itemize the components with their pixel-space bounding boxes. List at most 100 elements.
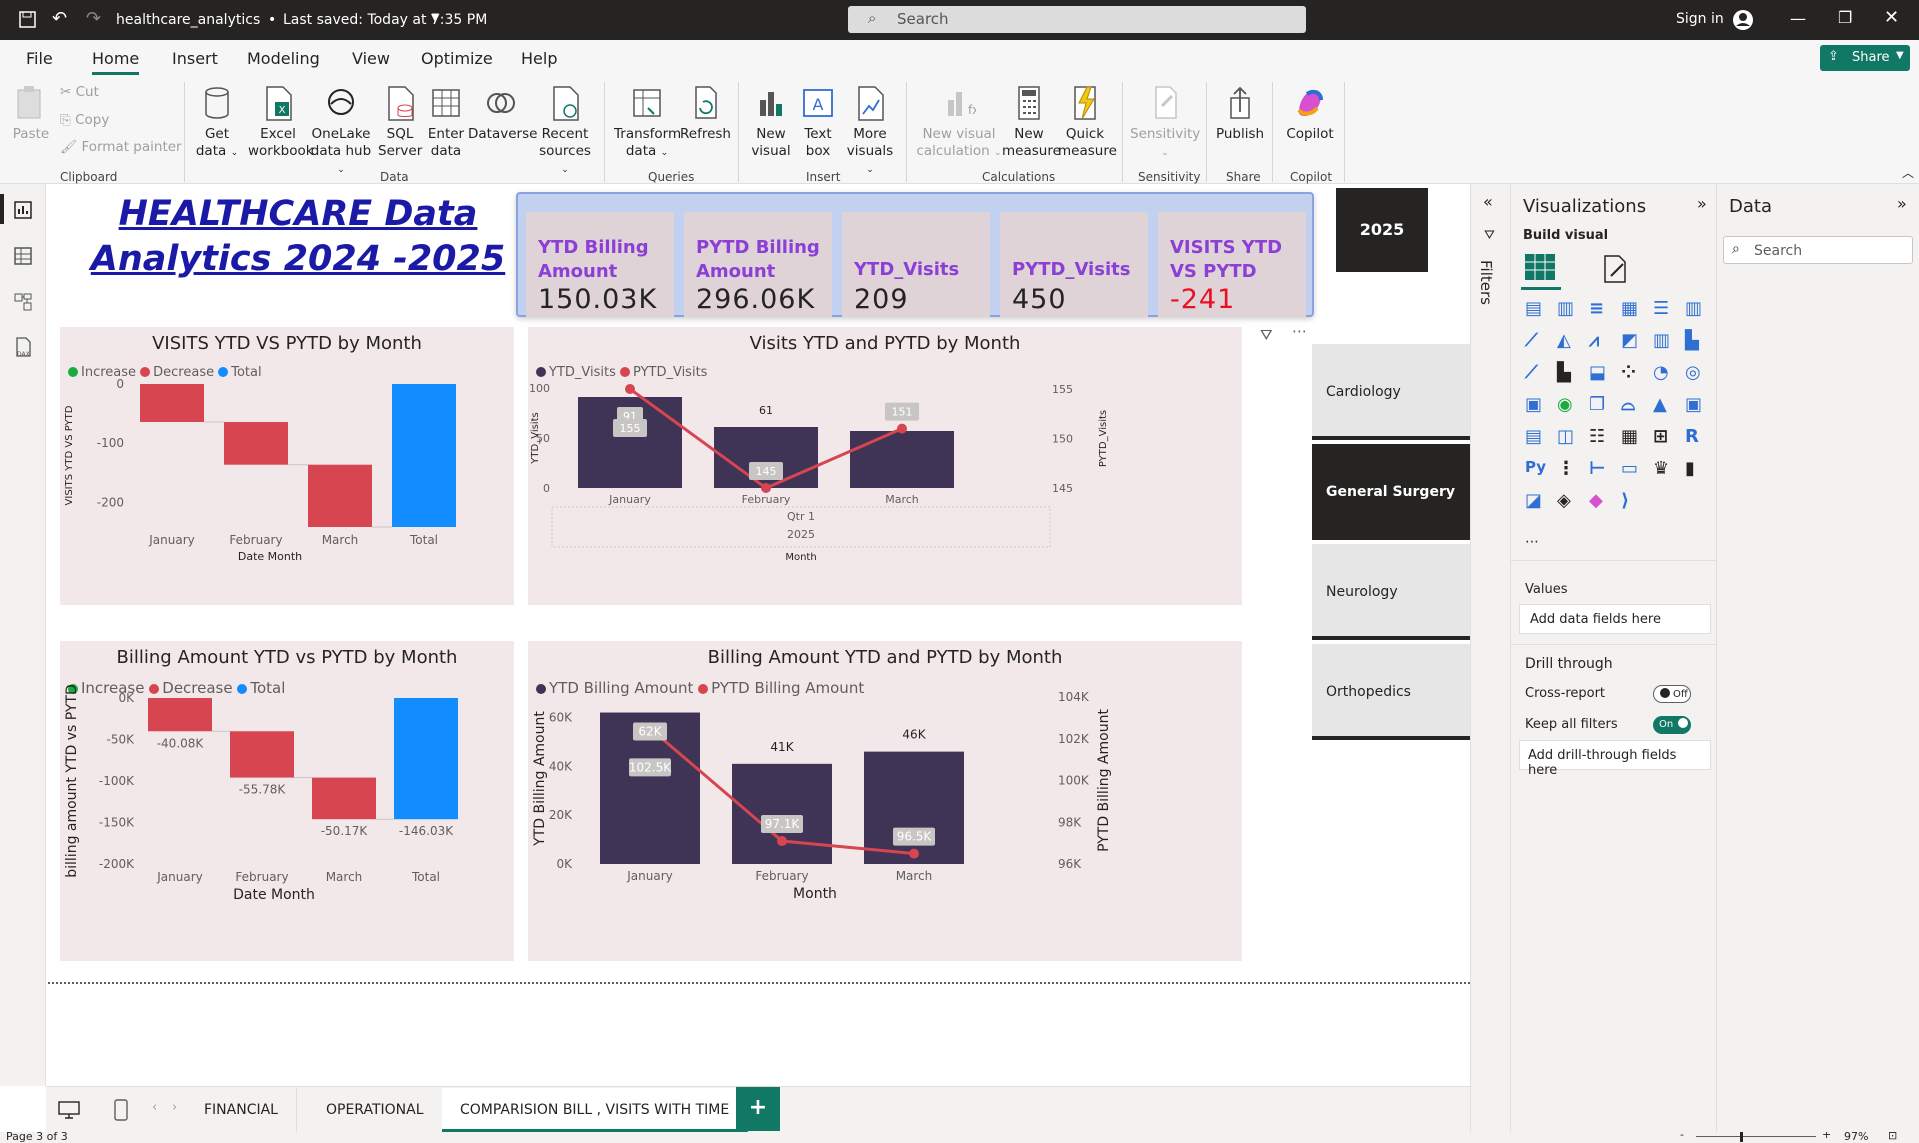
visual-type-icon[interactable]: ⊞ (1653, 426, 1677, 450)
tab-operational[interactable]: OPERATIONAL (308, 1088, 443, 1132)
visual-type-icon[interactable]: ⩘ (1589, 330, 1613, 354)
visual-type-icon[interactable]: ⊢ (1589, 458, 1613, 482)
kpi-card[interactable]: PYTD Billing Amount 296.06K (684, 212, 832, 317)
kpi-card-group[interactable]: YTD Billing Amount 150.03K PYTD Billing A… (516, 192, 1314, 317)
zoom-slider-thumb[interactable] (1740, 1132, 1743, 1142)
visual-type-icon[interactable]: R (1685, 426, 1709, 450)
data-search-input[interactable]: ⌕ Search (1723, 236, 1913, 264)
more-visuals-button[interactable]: More visuals ⌄ (844, 84, 896, 179)
copy-button[interactable]: ⎘ Copy (60, 112, 109, 129)
signin-link[interactable]: Sign in (1676, 11, 1724, 27)
visual-type-icon[interactable]: ◭ (1557, 330, 1581, 354)
cut-button[interactable]: ✂ Cut (60, 84, 99, 101)
visits-combo-panel[interactable]: Visits YTD and PYTD by Month YTD_Visits … (528, 327, 1242, 605)
visual-type-icon[interactable]: ▥ (1653, 330, 1677, 354)
minimize-icon[interactable]: — (1790, 9, 1806, 28)
year-card[interactable]: 2025 (1336, 188, 1428, 272)
visual-type-icon[interactable]: Py (1525, 458, 1549, 482)
cross-report-toggle[interactable]: Off (1653, 685, 1691, 703)
visual-type-icon[interactable]: ◆ (1589, 490, 1613, 514)
transform-data-button[interactable]: Transform data ⌄ (614, 84, 681, 162)
slicer-item-general-surgery[interactable]: General Surgery (1312, 444, 1472, 540)
onelake-button[interactable]: OneLake data hub ⌄ (310, 84, 372, 179)
user-icon[interactable] (1731, 8, 1755, 32)
billing-combo-panel[interactable]: Billing Amount YTD and PYTD by Month YTD… (528, 641, 1242, 961)
menu-optimize[interactable]: Optimize (421, 49, 493, 68)
collapse-pane-icon[interactable]: » (1897, 194, 1907, 213)
saved-status[interactable]: Last saved: Today at 7:35 PM (283, 12, 487, 28)
mobile-layout-icon[interactable] (114, 1099, 128, 1121)
visual-type-icon[interactable]: ⬓ (1589, 362, 1613, 386)
visual-type-icon[interactable]: ⟩ (1621, 490, 1645, 514)
more-visuals-ellipsis[interactable]: ⋯ (1525, 534, 1539, 550)
dax-query-icon[interactable]: DAX (13, 336, 33, 358)
menu-file[interactable]: File (26, 49, 53, 68)
visual-type-icon[interactable]: ⌓ (1621, 394, 1645, 418)
menu-insert[interactable]: Insert (172, 49, 218, 68)
visual-type-icon[interactable]: ≡ (1589, 298, 1613, 322)
format-visual-icon[interactable] (1597, 252, 1631, 286)
desktop-layout-icon[interactable] (58, 1101, 80, 1119)
close-icon[interactable]: ✕ (1884, 7, 1899, 28)
filter-icon[interactable]: ⛛ (1260, 326, 1273, 344)
next-page-icon[interactable]: › (172, 1100, 177, 1115)
format-painter-button[interactable]: 🖌 Format painter (60, 139, 182, 156)
undo-icon[interactable]: ↶ (52, 8, 67, 29)
values-drop-zone[interactable]: Add data fields here (1519, 604, 1711, 634)
recent-sources-button[interactable]: Recent sources ⌄ (534, 84, 596, 179)
kpi-card[interactable]: YTD_Visits 209 (842, 212, 990, 317)
menu-help[interactable]: Help (521, 49, 557, 68)
build-visual-tab[interactable] (1521, 250, 1561, 290)
visual-type-icon[interactable]: ▣ (1685, 394, 1709, 418)
visual-type-icon[interactable]: ⟋ (1525, 330, 1549, 354)
table-view-icon[interactable] (13, 246, 33, 266)
visual-type-icon[interactable]: ⁘ (1621, 362, 1645, 386)
kpi-card[interactable]: YTD Billing Amount 150.03K (526, 212, 674, 317)
visual-type-icon[interactable]: ◎ (1685, 362, 1709, 386)
keep-filters-toggle[interactable]: On (1653, 716, 1691, 734)
visual-type-icon[interactable]: ▮ (1685, 458, 1709, 482)
add-page-button[interactable]: + (736, 1087, 780, 1131)
search-box[interactable]: ⌕ Search (848, 6, 1306, 33)
kpi-card[interactable]: VISITS YTD VS PYTD -241 (1158, 212, 1306, 317)
visual-type-icon[interactable]: ▣ (1525, 394, 1549, 418)
enter-data-button[interactable]: Enter data (426, 84, 466, 160)
paste-button[interactable]: Paste (10, 84, 52, 143)
new-visual-calculation-button[interactable]: fx New visual calculation ⌄ (916, 84, 1002, 162)
menu-view[interactable]: View (352, 49, 390, 68)
menu-modeling[interactable]: Modeling (247, 49, 320, 68)
visits-waterfall-panel[interactable]: VISITS YTD VS PYTD by Month Increase Dec… (60, 327, 514, 605)
visual-type-icon[interactable]: ◩ (1621, 330, 1645, 354)
visual-type-icon[interactable]: ▤ (1525, 426, 1549, 450)
slicer-item-neurology[interactable]: Neurology (1312, 544, 1472, 640)
expand-filters-icon[interactable]: « (1483, 192, 1493, 211)
visual-type-icon[interactable]: ▙ (1685, 330, 1709, 354)
prev-page-icon[interactable]: ‹ (152, 1100, 157, 1115)
visual-type-icon[interactable]: ⋮ (1557, 458, 1581, 482)
visual-type-icon[interactable]: ◪ (1525, 490, 1549, 514)
more-options-icon[interactable]: ⋯ (1292, 322, 1307, 340)
report-view-icon[interactable] (13, 200, 33, 220)
collapse-ribbon-icon[interactable]: ︿ (1902, 164, 1914, 181)
visual-type-icon[interactable]: ◔ (1653, 362, 1677, 386)
text-box-button[interactable]: A Text box (798, 84, 838, 160)
tab-comparision[interactable]: COMPARISION BILL , VISITS WITH TIME (442, 1088, 749, 1132)
restore-icon[interactable]: ❐ (1838, 8, 1852, 27)
visual-type-icon[interactable]: ▭ (1621, 458, 1645, 482)
refresh-button[interactable]: Refresh (680, 84, 731, 143)
visual-type-icon[interactable]: ▙ (1557, 362, 1581, 386)
visual-type-icon[interactable]: ▦ (1621, 298, 1645, 322)
chevron-down-icon[interactable]: ▼ (431, 11, 439, 24)
copilot-button[interactable]: Copilot (1282, 84, 1338, 143)
billing-waterfall-panel[interactable]: Billing Amount YTD vs PYTD by Month Incr… (60, 641, 514, 961)
visual-type-icon[interactable]: ◈ (1557, 490, 1581, 514)
visual-type-icon[interactable]: ▤ (1525, 298, 1549, 322)
visual-type-icon[interactable]: ❐ (1589, 394, 1613, 418)
zoom-slider[interactable] (1696, 1136, 1816, 1137)
collapse-pane-icon[interactable]: » (1697, 194, 1707, 213)
get-data-button[interactable]: Get data ⌄ (192, 84, 242, 162)
new-measure-button[interactable]: New measure (1002, 84, 1061, 160)
visual-type-icon[interactable]: ▥ (1685, 298, 1709, 322)
slicer-item-orthopedics[interactable]: Orthopedics (1312, 644, 1472, 740)
quick-measure-button[interactable]: Quick measure (1058, 84, 1117, 160)
